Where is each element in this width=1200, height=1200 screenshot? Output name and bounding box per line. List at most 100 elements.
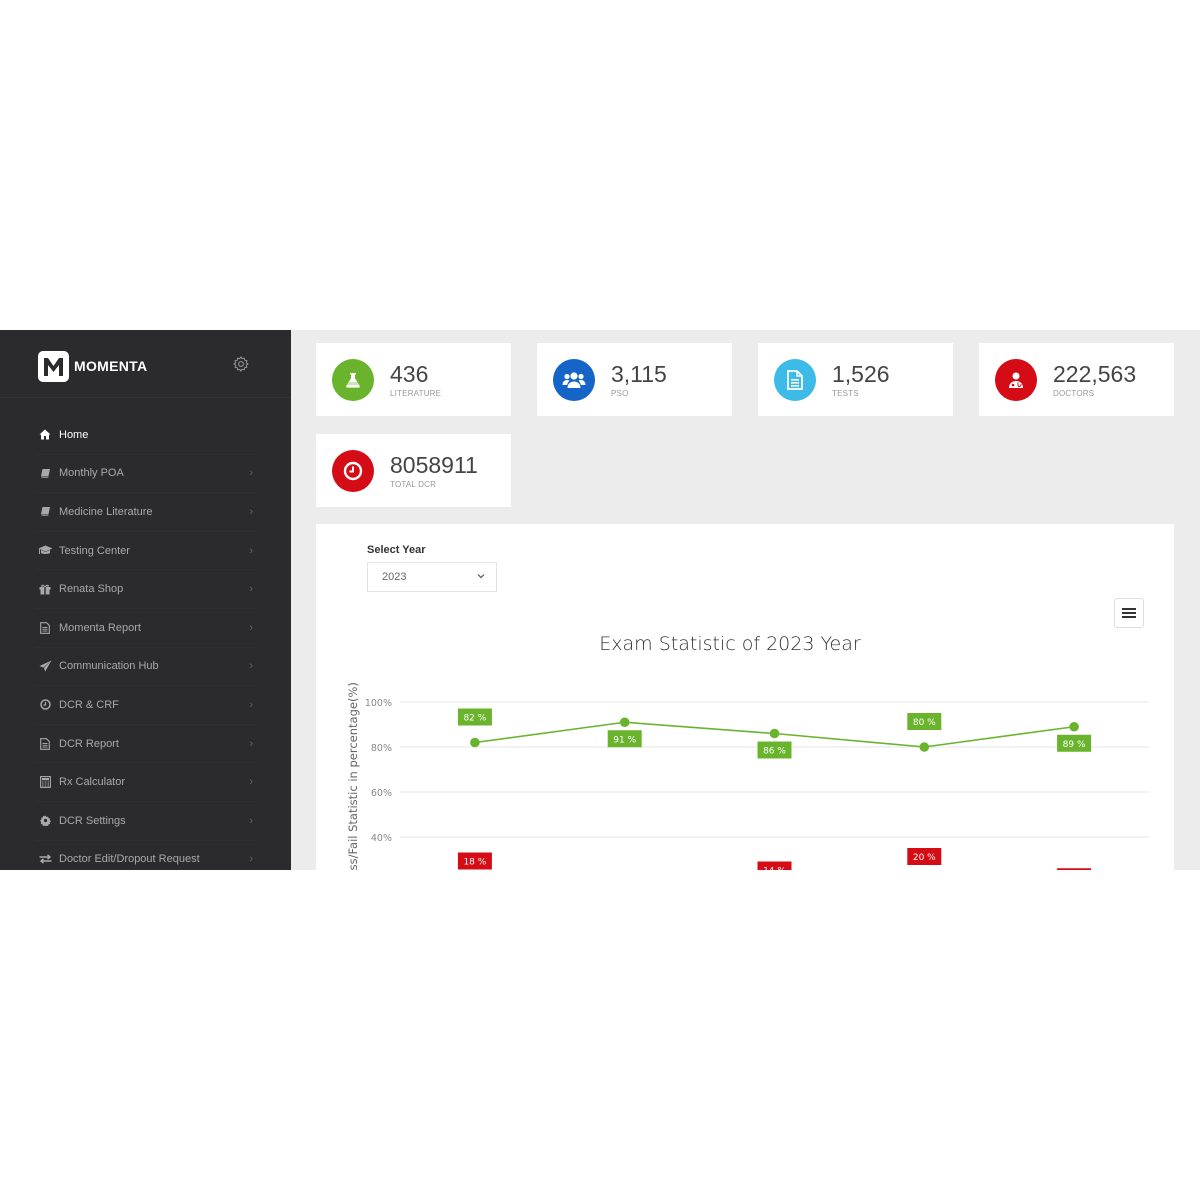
sidebar-item-communication-hub[interactable]: Communication Hub › (35, 648, 256, 687)
stat-card-pso[interactable]: 3,115 PSO (537, 343, 732, 416)
app-viewport: MOMENTA Home Monthly POA › Medicine Literat… (0, 330, 1200, 870)
stat-label: TESTS (832, 389, 859, 398)
cog-icon (37, 814, 53, 828)
sidebar-item-label: Testing Center (59, 544, 130, 557)
stat-card-literature[interactable]: 436 LITERATURE (316, 343, 511, 416)
data-point-pass[interactable] (470, 737, 480, 748)
chevron-right-icon: › (249, 853, 253, 866)
sidebar-item-label: Communication Hub (59, 660, 159, 673)
sidebar-menu: Home Monthly POA › Medicine Literature › Test… (0, 416, 291, 870)
gift-icon (37, 582, 53, 596)
year-select-value: 2023 (382, 571, 407, 583)
data-label: 82 % (463, 714, 486, 724)
book-icon (37, 466, 53, 480)
stat-value: 436 (390, 361, 429, 387)
stat-icon-circle (774, 359, 816, 401)
data-label: 20 % (913, 853, 936, 863)
momenta-logo[interactable] (38, 351, 69, 382)
sidebar-item-medicine-literature[interactable]: Medicine Literature › (35, 493, 256, 532)
stat-icon-circle (332, 359, 374, 401)
brand-header: MOMENTA (0, 330, 291, 398)
sidebar-item-home[interactable]: Home (35, 416, 256, 455)
year-select[interactable]: 2023 (367, 562, 497, 592)
data-label: 18 % (463, 858, 486, 868)
chevron-down-icon (477, 574, 485, 579)
data-label: 14 % (763, 867, 786, 871)
sidebar-item-renata-shop[interactable]: Renata Shop › (35, 570, 256, 609)
chevron-right-icon: › (249, 776, 253, 789)
chevron-right-icon: › (249, 660, 253, 673)
sidebar-item-rx-calculator[interactable]: Rx Calculator › (35, 763, 256, 802)
chevron-right-icon: › (249, 621, 253, 634)
data-point-pass[interactable] (619, 717, 630, 728)
stat-value: 3,115 (611, 361, 667, 387)
stat-value: 1,526 (832, 361, 890, 387)
sidebar-item-label: DCR Settings (59, 814, 126, 827)
stat-icon-circle (553, 359, 595, 401)
stat-icon-circle (995, 359, 1037, 401)
stat-label: PSO (611, 389, 629, 398)
stat-card-tests[interactable]: 1,526 TESTS (758, 343, 953, 416)
stat-card-doctors[interactable]: 222,563 DOCTORS (979, 343, 1174, 416)
sidebar-item-label: Renata Shop (59, 583, 124, 596)
stat-label: LITERATURE (390, 389, 442, 398)
chart-title: Exam Statistic of 2023 Year (599, 633, 861, 655)
chevron-right-icon: › (249, 814, 253, 827)
sidebar-item-monthly-poa[interactable]: Monthly POA › (35, 455, 256, 494)
sidebar-item-momenta-report[interactable]: Momenta Report › (35, 609, 256, 648)
chevron-right-icon: › (249, 583, 253, 596)
sidebar-item-doctor-edit-dropout-request[interactable]: Doctor Edit/Dropout Request › (35, 841, 256, 870)
data-label: 86 % (763, 747, 786, 757)
data-point-pass[interactable] (1069, 721, 1079, 732)
doctor-icon (1009, 372, 1023, 388)
exchange-icon (37, 852, 53, 866)
sidebar-item-label: Doctor Edit/Dropout Request (59, 853, 200, 866)
graduation-cap-icon (37, 544, 53, 558)
file-text-icon (37, 621, 53, 635)
exam-statistic-card: Select Year 2023 Exam Statistic of 2023 … (316, 524, 1174, 870)
paper-plane-icon (37, 659, 53, 673)
stat-value: 8058911 (390, 452, 478, 478)
sidebar-item-label: Medicine Literature (59, 505, 153, 518)
sidebar-item-dcr-report[interactable]: DCR Report › (35, 725, 256, 764)
data-label: 89 % (1063, 740, 1086, 750)
sidebar: MOMENTA Home Monthly POA › Medicine Literat… (0, 330, 291, 870)
sidebar-item-label: DCR & CRF (59, 698, 119, 711)
brand-name: MOMENTA (74, 358, 148, 374)
sidebar-item-label: Rx Calculator (59, 776, 126, 789)
sidebar-item-label: DCR Report (59, 737, 119, 750)
sidebar-item-label: Momenta Report (59, 621, 141, 634)
y-tick-label: 80% (371, 743, 392, 754)
book-icon (37, 505, 53, 519)
settings-gear-icon[interactable] (232, 355, 250, 373)
home-icon (37, 428, 53, 442)
data-point-pass[interactable] (769, 728, 780, 739)
sidebar-item-testing-center[interactable]: Testing Center › (35, 532, 256, 571)
data-label-box (1057, 868, 1092, 870)
data-label: 80 % (913, 718, 936, 728)
chevron-right-icon: › (249, 467, 253, 480)
data-label: 91 % (613, 735, 636, 745)
y-tick-label: 60% (371, 788, 392, 799)
sidebar-item-dcr-settings[interactable]: DCR Settings › (35, 802, 256, 841)
stat-card-total-dcr[interactable]: 8058911 TOTAL DCR (316, 434, 511, 507)
y-tick-label: 40% (371, 833, 392, 844)
sidebar-item-label: Monthly POA (59, 467, 124, 480)
sidebar-item-dcr-crf[interactable]: DCR & CRF › (35, 686, 256, 725)
chevron-right-icon: › (249, 698, 253, 711)
chart-y-axis-label: Pass/Fail Statistic in percentage(%) (346, 682, 360, 870)
document-icon (787, 370, 803, 390)
calculator-icon (37, 775, 53, 789)
chevron-right-icon: › (249, 544, 253, 557)
flask-icon (346, 373, 360, 388)
users-icon (562, 372, 586, 388)
clock-icon (37, 698, 53, 712)
stat-label: DOCTORS (1053, 389, 1095, 398)
clock-icon (343, 461, 363, 481)
chevron-right-icon: › (249, 505, 253, 518)
sidebar-item-label: Home (59, 428, 89, 441)
y-tick-label: 100% (365, 698, 392, 709)
file-text-icon (37, 737, 53, 751)
stat-icon-circle (332, 450, 374, 492)
data-point-pass[interactable] (919, 742, 930, 752)
